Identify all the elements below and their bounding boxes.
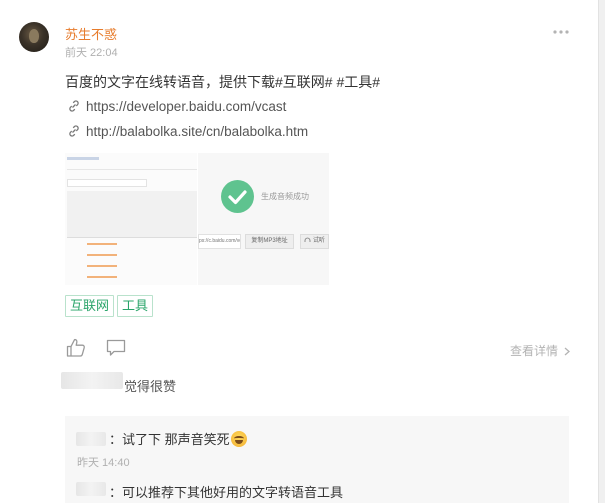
- topic-tag[interactable]: 工具: [117, 295, 154, 317]
- user-avatar[interactable]: [19, 22, 49, 52]
- liked-label: 觉得很赞: [124, 379, 177, 394]
- check-circle-icon: [221, 180, 254, 213]
- comments-section: ：试了下 那声音笑死 昨天 14:40 ：可以推荐下其他好用的文字转语音工具: [65, 416, 569, 503]
- comment-text: ：试了下 那声音笑死: [109, 429, 247, 448]
- chevron-right-icon: [564, 347, 571, 356]
- post-image-screenshot-right[interactable]: 生成音频成功 ps://c.baidu.com/vc 复制MP3地址 试听: [198, 153, 329, 285]
- ellipsis-icon[interactable]: [552, 25, 570, 39]
- link-icon: [69, 125, 79, 137]
- post-timestamp[interactable]: 前天 22:04: [65, 44, 118, 60]
- comment-text: ：可以推荐下其他好用的文字转语音工具: [109, 485, 344, 500]
- success-text: 生成音频成功: [261, 192, 309, 201]
- username[interactable]: 苏生不惑: [65, 24, 117, 43]
- blurred-commenter: [76, 432, 106, 446]
- view-detail-link[interactable]: 查看详情: [510, 342, 571, 359]
- comment-time: 昨天 14:40: [77, 457, 130, 469]
- topic-tag[interactable]: 互联网: [65, 295, 115, 317]
- post-images: 生成音频成功 ps://c.baidu.com/vc 复制MP3地址 试听: [65, 153, 329, 285]
- laughing-emoji-icon: [230, 431, 247, 447]
- comment-icon[interactable]: [106, 339, 126, 357]
- blurred-commenter: [76, 482, 106, 496]
- link-url[interactable]: https://developer.baidu.com/vcast: [86, 99, 286, 114]
- blurred-usernames: [61, 372, 123, 389]
- headphones-icon: [304, 237, 311, 242]
- post-image-screenshot-left[interactable]: [65, 153, 197, 285]
- post-link[interactable]: http://balabolka.site/cn/balabolka.htm: [67, 122, 308, 140]
- copy-mp3-button: 复制MP3地址: [245, 234, 294, 249]
- link-url[interactable]: http://balabolka.site/cn/balabolka.htm: [86, 124, 308, 139]
- weibo-post-card: 苏生不惑 前天 22:04 百度的文字在线转语音，提供下载#互联网# #工具# …: [0, 0, 599, 503]
- post-text: 百度的文字在线转语音，提供下载#互联网# #工具#: [65, 74, 381, 90]
- listen-button: 试听: [300, 234, 329, 249]
- post-link[interactable]: https://developer.baidu.com/vcast: [67, 97, 286, 115]
- link-icon: [69, 100, 79, 112]
- thumbs-up-icon[interactable]: [66, 338, 86, 357]
- mp3-url-box: ps://c.baidu.com/vc: [198, 234, 241, 249]
